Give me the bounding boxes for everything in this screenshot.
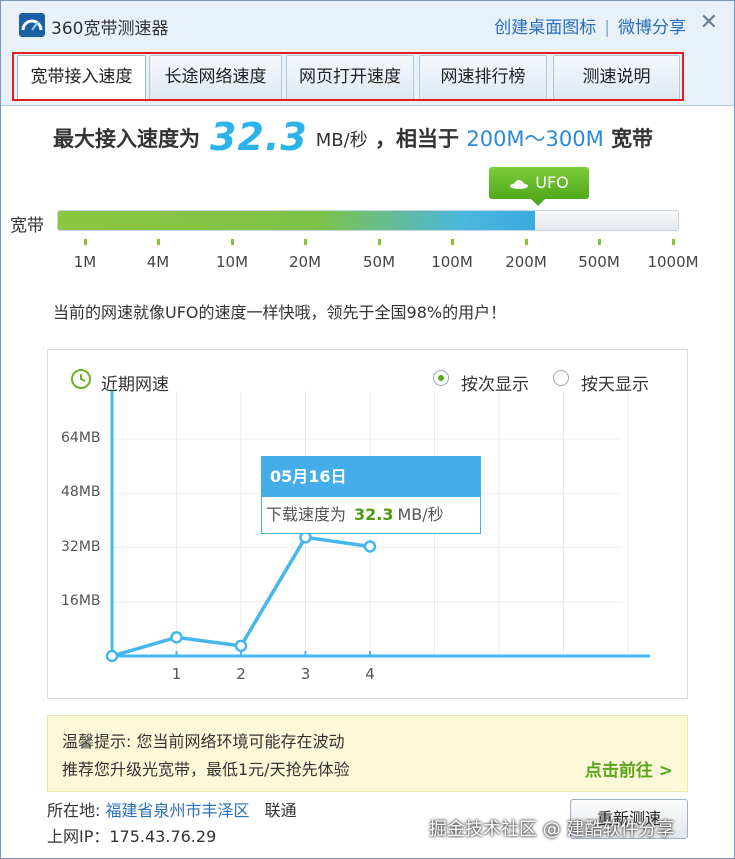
tabs-highlight-box	[12, 52, 684, 101]
speed-tooltip: 05月16日 下载速度为 32.3 MB/秒	[261, 456, 481, 534]
speed-bar-tick-label: 500M	[578, 253, 620, 271]
speed-bar-tick-label: 1M	[73, 253, 97, 271]
speed-data-point	[363, 540, 377, 553]
ip-info: 上网IP：175.43.76.29	[47, 823, 216, 847]
speed-bar-tick	[378, 239, 381, 245]
ip-label: 上网IP：	[47, 827, 110, 846]
app-title: 360宽带测速器	[51, 19, 169, 39]
tip-notice: 温馨提示: 您当前网络环境可能存在波动 推荐您升级光宽带，最低1元/天抢先体验 …	[47, 715, 688, 792]
x-tick-label: 2	[236, 665, 246, 683]
max-speed-value: 32.3	[210, 115, 308, 159]
y-tick-label: 64MB	[61, 430, 101, 446]
tooltip-date: 05月16日	[262, 457, 480, 497]
show-by-count-label[interactable]: 按次显示	[461, 370, 529, 395]
speed-bar-tick-label: 20M	[288, 253, 322, 271]
show-by-count-radio[interactable]	[433, 370, 449, 386]
y-tick-label: 32MB	[61, 538, 101, 555]
show-by-day-label[interactable]: 按天显示	[581, 370, 649, 395]
tab-bar: 宽带接入速度 长途网络速度 网页打开速度 网速排行榜 测速说明	[1, 49, 734, 106]
speed-bar-tick-label: 4M	[146, 253, 170, 271]
max-speed-headline: 最大接入速度为 32.3 MB/秒 ，相当于 200M～300M 宽带	[53, 111, 654, 159]
speed-bar-label: 宽带	[10, 216, 44, 236]
title-bar: 360宽带测速器 创建桌面图标 | 微博分享 ✕	[1, 1, 734, 49]
create-desktop-icon-link[interactable]: 创建桌面图标	[494, 18, 596, 38]
location-info: 所在地: 福建省泉州市丰泽区 联通	[47, 797, 297, 821]
notice-line-2: 推荐您升级光宽带，最低1元/天抢先体验	[62, 760, 350, 779]
x-tick-label: 4	[365, 665, 375, 683]
isp-name: 联通	[264, 801, 297, 820]
headline-mid: ，相当于	[375, 127, 460, 151]
watermark-text: 掘金技术社区 @ 建酷软件分享	[429, 819, 675, 840]
speed-bar-tick	[231, 239, 234, 245]
recent-speed-title: 近期网速	[101, 375, 169, 395]
weibo-share-link[interactable]: 微博分享	[618, 18, 686, 38]
speed-bar-tick-label: 100M	[431, 253, 473, 271]
notice-go-link[interactable]: 点击前往 >	[585, 756, 673, 781]
speed-bar-tick	[304, 239, 307, 245]
speed-bar-tick-label: 10M	[215, 253, 249, 271]
speed-data-point	[105, 649, 119, 663]
bandwidth-range: 200M～300M	[466, 127, 604, 151]
tooltip-label: 下载速度为	[266, 505, 347, 524]
speed-bar-tick-label: 1000M	[647, 253, 699, 271]
title-links: 创建桌面图标 | 微博分享	[494, 13, 686, 38]
speed-bar-tick	[672, 239, 675, 245]
close-icon[interactable]: ✕	[700, 11, 718, 35]
ufo-badge: UFO	[489, 167, 589, 206]
title-separator: |	[604, 18, 610, 38]
speed-bar-tick	[525, 239, 528, 245]
ufo-badge-label: UFO	[535, 173, 569, 192]
speed-bar-tick	[84, 239, 87, 245]
location-value[interactable]: 福建省泉州市丰泽区	[106, 801, 250, 820]
speed-bar-fill	[58, 211, 536, 230]
y-tick-label: 48MB	[61, 484, 101, 501]
tooltip-value: 32.3	[354, 505, 394, 524]
app-window: 360宽带测速器 创建桌面图标 | 微博分享 ✕ 宽带接入速度 长途网络速度 网页打…	[0, 0, 735, 859]
speed-bar-tick-label: 200M	[505, 253, 547, 271]
comparison-text: 当前的网速就像UFO的速度一样快哦，领先于全国98%的用户！	[53, 303, 507, 322]
speed-bar-tick	[598, 239, 601, 245]
speed-bar-tick-label: 50M	[362, 253, 396, 271]
location-label: 所在地:	[47, 801, 101, 820]
ufo-icon	[510, 179, 529, 189]
show-by-day-radio[interactable]	[553, 370, 569, 386]
y-tick-label: 16MB	[61, 592, 101, 609]
speed-bar	[57, 210, 679, 231]
tooltip-body: 下载速度为 32.3 MB/秒	[262, 497, 480, 533]
x-tick-label: 3	[300, 665, 311, 683]
tooltip-unit: MB/秒	[397, 505, 444, 524]
speed-bar-tick	[157, 239, 160, 245]
max-speed-unit: MB/秒	[315, 130, 368, 151]
clock-icon	[71, 369, 91, 389]
speed-data-point	[234, 639, 248, 653]
speed-data-point	[170, 631, 183, 644]
speed-bar-tick	[451, 239, 454, 245]
headline-suffix: 宽带	[611, 127, 654, 151]
headline-prefix: 最大接入速度为	[53, 127, 200, 151]
speedometer-logo-icon	[19, 13, 45, 37]
x-tick-label: 1	[171, 665, 182, 683]
ip-value: 175.43.76.29	[109, 827, 217, 846]
notice-line-1: 温馨提示: 您当前网络环境可能存在波动	[62, 732, 345, 751]
